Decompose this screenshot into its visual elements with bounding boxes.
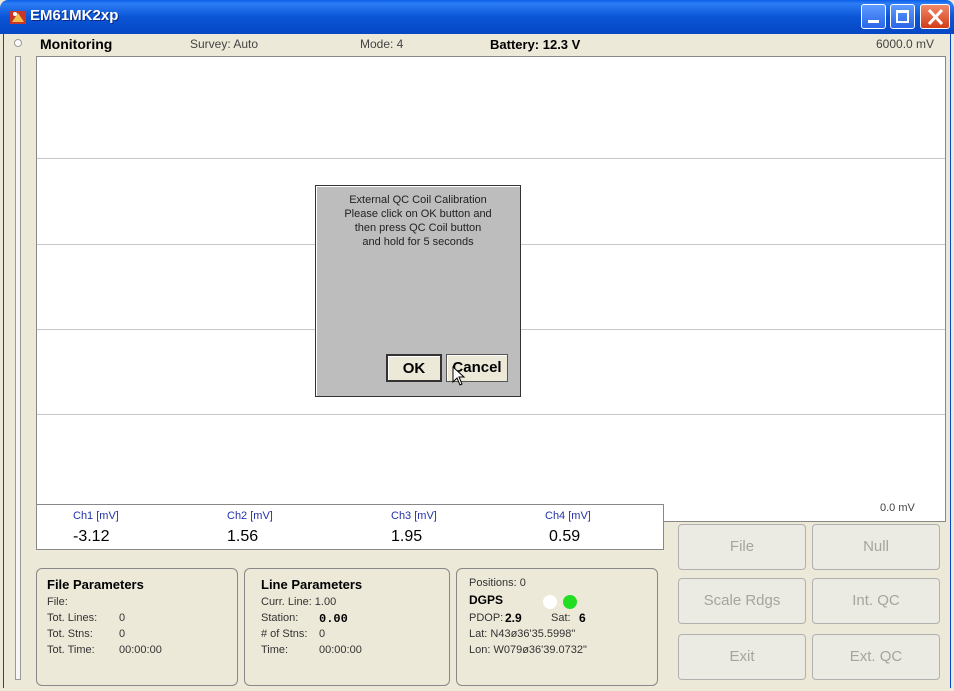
- int-qc-button[interactable]: Int. QC: [812, 578, 940, 624]
- positions-label: Positions: 0: [469, 577, 526, 589]
- num-stns-value: 0: [319, 628, 326, 640]
- exit-button[interactable]: Exit: [678, 634, 806, 680]
- ch1-value: -3.12: [73, 528, 110, 545]
- sat-label: Sat:: [551, 612, 571, 624]
- ok-button[interactable]: OK: [386, 354, 442, 382]
- qc-calibration-dialog: External QC Coil Calibration Please clic…: [315, 185, 521, 397]
- ch1-label: Ch1 [mV]: [73, 510, 119, 522]
- grid-line: [37, 414, 945, 415]
- maximize-button[interactable]: [890, 4, 915, 29]
- ext-qc-button[interactable]: Ext. QC: [812, 634, 940, 680]
- status-line: Monitoring Survey: Auto Mode: 4 Battery:…: [4, 34, 950, 54]
- file-params-title: File Parameters: [47, 577, 144, 592]
- monitoring-plot: External QC Coil Calibration Please clic…: [36, 56, 946, 522]
- monitoring-label: Monitoring: [40, 36, 113, 52]
- file-label: File:: [47, 596, 68, 608]
- dialog-message-line: Please click on OK button and: [344, 208, 492, 220]
- num-stns-label: # of Stns:: [261, 628, 308, 640]
- battery-label: Battery: 12.3 V: [490, 37, 581, 52]
- minimize-icon: [868, 20, 879, 23]
- ch4-value: 0.59: [549, 528, 581, 545]
- maximize-icon: [896, 10, 909, 23]
- curr-line-label: Curr. Line: 1.00: [261, 596, 337, 608]
- dgps-status-off-icon: [543, 595, 557, 609]
- mouse-cursor-icon: [452, 366, 466, 386]
- ch3-value: 1.95: [391, 528, 423, 545]
- left-scroll-rail[interactable]: [15, 56, 21, 680]
- tot-lines-label: Tot. Lines:: [47, 612, 98, 624]
- tot-stns-label: Tot. Stns:: [47, 628, 93, 640]
- ch2-label: Ch2 [mV]: [227, 510, 273, 522]
- time-value: 00:00:00: [319, 644, 362, 656]
- station-value: 0.00: [319, 612, 348, 626]
- dgps-label: DGPS: [469, 593, 504, 607]
- tot-stns-value: 0: [119, 628, 126, 640]
- null-button[interactable]: Null: [812, 524, 940, 570]
- ch2-value: 1.56: [227, 528, 259, 545]
- positions-panel: Positions: 0 DGPS PDOP: 2.9 Sat: 6 Lat: …: [456, 568, 658, 686]
- grid-line: [37, 158, 945, 159]
- title-bar: EM61MK2xp: [0, 0, 954, 34]
- tot-time-label: Tot. Time:: [47, 644, 95, 656]
- station-label: Station:: [261, 612, 299, 624]
- tot-lines-value: 0: [119, 612, 126, 624]
- dialog-title: External QC Coil Calibration: [349, 194, 487, 206]
- file-button[interactable]: File: [678, 524, 806, 570]
- dialog-message-line: then press QC Coil button: [354, 222, 482, 234]
- dialog-message-line: and hold for 5 seconds: [362, 236, 474, 248]
- ch3-label: Ch3 [mV]: [391, 510, 437, 522]
- survey-label: Survey: Auto: [190, 37, 259, 51]
- time-label: Time:: [261, 644, 289, 656]
- close-button[interactable]: [920, 4, 950, 29]
- scale-rdgs-button[interactable]: Scale Rdgs: [678, 578, 806, 624]
- dgps-status-on-icon: [563, 595, 577, 609]
- longitude-value: Lon: W079ø36'39.0732": [469, 644, 587, 656]
- close-icon: [927, 8, 944, 26]
- line-params-title: Line Parameters: [261, 577, 363, 592]
- sat-value: 6: [579, 611, 586, 625]
- window-body: Monitoring Survey: Auto Mode: 4 Battery:…: [3, 34, 951, 688]
- scale-top-label: 6000.0 mV: [876, 37, 935, 51]
- app-icon: [10, 11, 26, 24]
- channel-readout: Ch1 [mV] -3.12 Ch2 [mV] 1.56 Ch3 [mV] 1.…: [36, 504, 664, 550]
- minimize-button[interactable]: [861, 4, 886, 29]
- line-parameters-panel: Line Parameters Curr. Line: 1.00 Station…: [244, 568, 450, 686]
- mode-label: Mode: 4: [360, 37, 404, 51]
- tot-time-value: 00:00:00: [119, 644, 162, 656]
- pdop-label: PDOP:: [469, 612, 504, 624]
- ch4-label: Ch4 [mV]: [545, 510, 591, 522]
- scale-bottom-label: 0.0 mV: [880, 502, 915, 514]
- file-parameters-panel: File Parameters File: Tot. Lines: 0 Tot.…: [36, 568, 238, 686]
- latitude-value: Lat: N43ø36'35.5998": [469, 628, 576, 640]
- window-title: EM61MK2xp: [30, 7, 119, 24]
- pdop-value: 2.9: [505, 611, 522, 625]
